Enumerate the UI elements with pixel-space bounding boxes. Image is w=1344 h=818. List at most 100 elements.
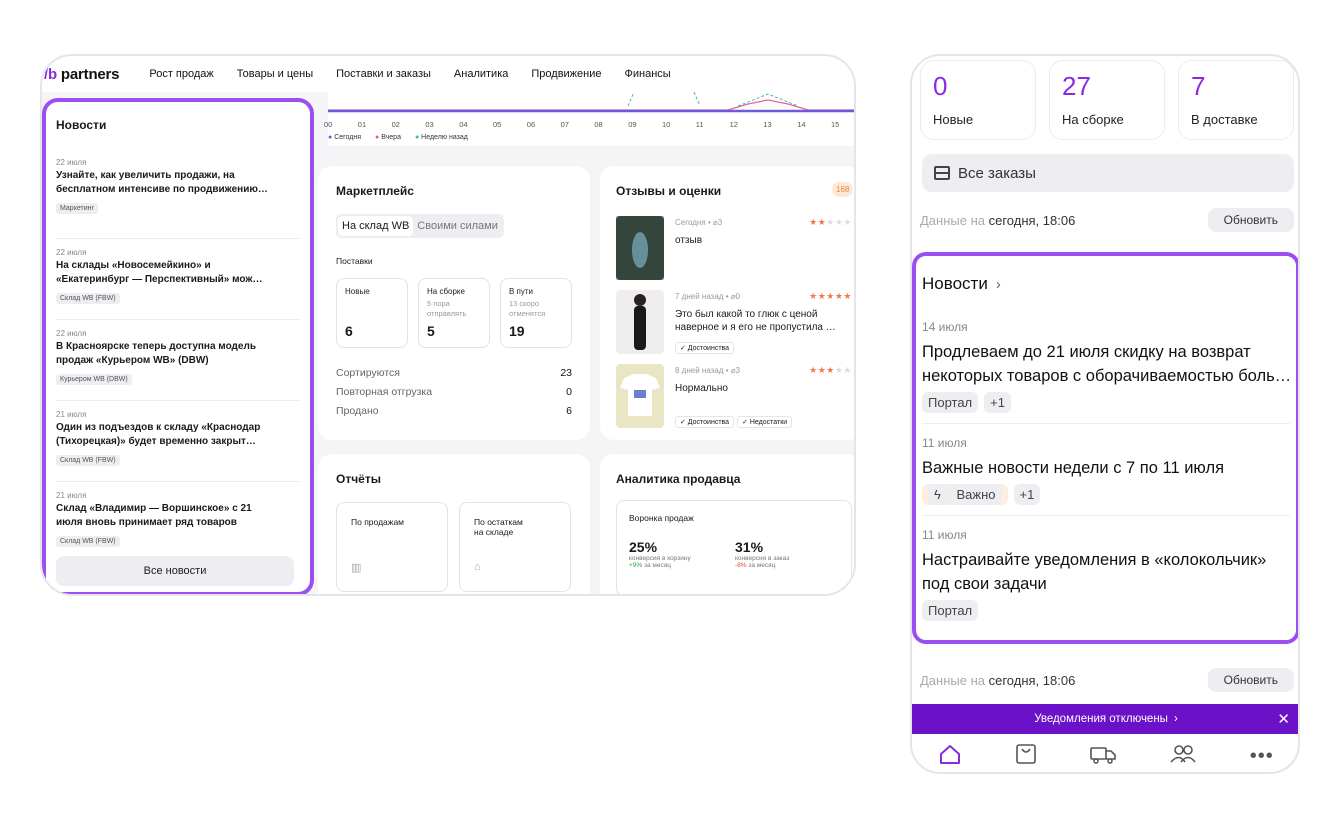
all-news-button[interactable]: Все новости [56, 556, 294, 586]
supply-box-transit[interactable]: В пути 13 скоро отменятся 19 [500, 278, 572, 348]
people-icon[interactable] [1169, 743, 1197, 770]
mobile-news-panel: Новости › 14 июля Продлеваем до 21 июля с… [912, 252, 1298, 644]
row-reshipment: Повторная отгрузка 0 [336, 386, 572, 398]
series-week-ago [627, 92, 799, 107]
top-nav: /b partners Рост продаж Товары и цены По… [42, 56, 854, 92]
desktop-screenshot: /b partners Рост продаж Товары и цены По… [40, 54, 856, 596]
nav-finance[interactable]: Финансы [625, 68, 671, 80]
news-tag-more: +1 [1013, 484, 1041, 505]
x-tick-label: 05 [493, 120, 502, 129]
row-sorting: Сортируются 23 [336, 367, 572, 379]
nav-sales-growth[interactable]: Рост продаж [149, 68, 213, 80]
news-title: Новости [56, 118, 107, 132]
chevron-right-icon: › [1173, 713, 1178, 725]
store-icon: ⌂ [474, 561, 481, 573]
product-image [616, 216, 664, 280]
report-by-stock[interactable]: По остаткам на складе ⌂ [459, 502, 571, 592]
nav-analytics[interactable]: Аналитика [454, 68, 508, 80]
tag-cons: ✓ Недостатки [737, 416, 793, 428]
marketplace-title: Маркетплейс [336, 184, 414, 198]
reviews-title: Отзывы и оценки [616, 184, 722, 198]
cart-conversion: 25% конверсия в корзину +9% за месяц [629, 539, 691, 569]
x-tick-label: 02 [391, 120, 400, 129]
home-icon[interactable] [938, 743, 962, 770]
bag-icon[interactable] [1015, 743, 1037, 770]
news-tag: Портал [922, 392, 979, 413]
more-icon[interactable]: ••• [1250, 745, 1274, 768]
marketplace-card: Маркетплейс На склад WB Своими силами По… [318, 166, 590, 440]
x-tick-label: 04 [459, 120, 468, 129]
list-icon [934, 166, 950, 180]
marketplace-segment: На склад WB Своими силами [336, 214, 504, 238]
refresh-button[interactable]: Обновить [1207, 668, 1294, 692]
rating-stars: ★★★★★ [809, 291, 852, 301]
news-item[interactable]: 11 июля Важные новости недели с 7 по 11 … [922, 424, 1290, 516]
x-tick-label: 11 [695, 120, 704, 129]
news-item[interactable]: 22 июля На склады «Новосемейкино» и «Ека… [56, 239, 300, 320]
reports-card: Отчёты По продажам ▥ По остаткам на скла… [318, 454, 590, 594]
chevron-right-icon: › [995, 275, 1001, 293]
close-icon[interactable]: ✕ [1277, 710, 1290, 728]
truck-icon[interactable] [1089, 743, 1117, 770]
product-image [616, 364, 664, 428]
news-tag: Склад WB (FBW) [56, 536, 120, 547]
news-tag: Маркетинг [56, 203, 99, 214]
stat-new[interactable]: 0 Новые [920, 60, 1036, 140]
refresh-button[interactable]: Обновить [1207, 208, 1294, 232]
news-item[interactable]: 21 июля Один из подъездов к складу «Крас… [56, 401, 300, 482]
supply-box-new[interactable]: Новые 6 [336, 278, 408, 348]
all-orders-button[interactable]: Все заказы [922, 154, 1294, 192]
nav-goods-prices[interactable]: Товары и цены [237, 68, 313, 80]
reviews-count-badge: 168 [832, 182, 854, 197]
important-tag: ϟ Важно [922, 484, 1008, 505]
stat-delivery[interactable]: 7В доставке [1178, 60, 1294, 140]
news-item[interactable]: 14 июля Продлеваем до 21 июля скидку на … [922, 320, 1290, 424]
nav-supplies-orders[interactable]: Поставки и заказы [336, 68, 431, 80]
data-timestamp-row: Данные на сегодня, 18:06 Обновить [920, 666, 1294, 694]
analytics-title: Аналитика продавца [616, 472, 741, 486]
report-by-sales[interactable]: По продажам ▥ [336, 502, 448, 592]
news-tag-more: +1 [984, 392, 1011, 413]
x-tick-label: 00 [324, 120, 333, 129]
news-tag: Склад WB (FBW) [56, 455, 120, 466]
review-item[interactable]: Сегодня • ⌀3 ★★★★★ отзыв [616, 216, 852, 280]
x-tick-label: 07 [560, 120, 569, 129]
rating-stars: ★★★★★ [809, 365, 852, 375]
news-tag: Склад WB (FBW) [56, 293, 120, 304]
news-item[interactable]: 11 июля Настраивайте уведомления в «коло… [922, 516, 1290, 621]
logo[interactable]: /b partners [44, 66, 120, 83]
x-tick-label: 15 [831, 120, 840, 129]
stat-assembly[interactable]: 27 На сборке [1049, 60, 1165, 140]
news-tag: Курьером WB (DBW) [56, 374, 132, 385]
news-header[interactable]: Новости › [922, 274, 1290, 294]
order-conversion: 31% конверсия в заказ -8% за месяц [735, 539, 790, 569]
data-timestamp-row: Данные на сегодня, 18:06 Обновить [920, 206, 1294, 234]
product-image [616, 290, 664, 354]
news-item[interactable]: 21 июля Склад «Владимир — Воршинское» с … [56, 482, 300, 563]
x-tick-label: 06 [526, 120, 536, 129]
nav-promotion[interactable]: Продвижение [531, 68, 601, 80]
rating-stars: ★★★★★ [809, 217, 852, 227]
seg-own-forces[interactable]: Своими силами [413, 216, 502, 236]
supply-box-assembly[interactable]: На сборке 5 пора отправлять 5 [418, 278, 490, 348]
x-tick-label: 01 [357, 120, 367, 129]
legend-week-ago: ● Неделю назад [414, 134, 468, 141]
x-tick-label: 03 [425, 120, 434, 129]
news-item[interactable]: 22 июля Узнайте, как увеличить продажи, … [56, 158, 300, 239]
row-sold: Продано 6 [336, 405, 572, 417]
news-item[interactable]: 22 июля В Красноярске теперь доступна мо… [56, 320, 300, 401]
review-item[interactable]: 8 дней назад • ⌀3 ★★★★★ Нормально ✓ Дост… [616, 364, 852, 428]
seg-warehouse-wb[interactable]: На склад WB [338, 216, 414, 236]
tag-pros: ✓ Достоинства [675, 342, 735, 354]
x-tick-label: 09 [628, 120, 637, 129]
supplies-label: Поставки [336, 256, 373, 266]
x-tick-label: 08 [594, 120, 603, 129]
bottom-tab-bar: ••• [912, 734, 1298, 772]
review-item[interactable]: 7 дней назад • ⌀0 ★★★★★ Это был какой то… [616, 290, 852, 354]
sales-funnel[interactable]: Воронка продаж 25% конверсия в корзину +… [616, 500, 852, 594]
analytics-card: Аналитика продавца Воронка продаж 25% ко… [600, 454, 854, 594]
notifications-banner[interactable]: Уведомления отключены › ✕ [912, 704, 1298, 734]
series-yesterday [328, 99, 854, 111]
chart-icon: ▥ [351, 562, 362, 574]
legend-today: ● Сегодня [328, 134, 362, 141]
